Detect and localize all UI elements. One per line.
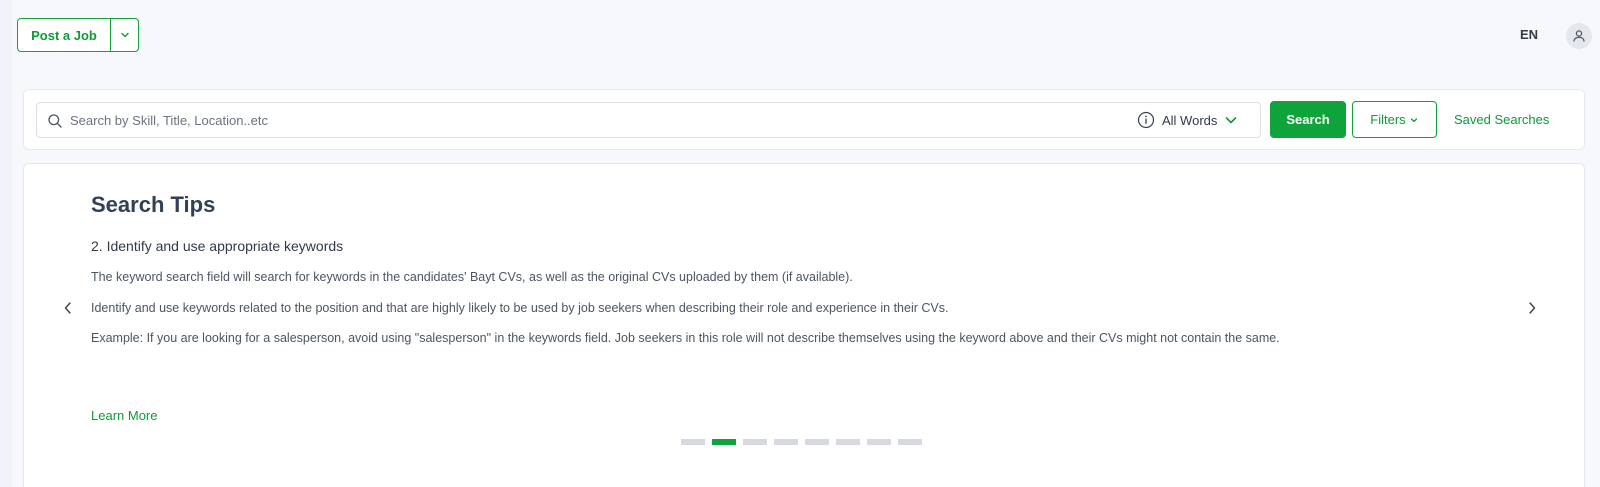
carousel-dot[interactable] [867,439,891,445]
post-job-dropdown-button[interactable] [110,19,138,51]
top-bar: Post a Job EN [0,0,1600,70]
post-job-button-group: Post a Job [17,18,139,52]
search-button[interactable]: Search [1270,101,1346,138]
carousel-dot[interactable] [774,439,798,445]
chevron-left-icon [64,302,71,314]
previous-tip-button[interactable] [58,298,78,318]
learn-more-link[interactable]: Learn More [91,408,157,423]
filters-button[interactable]: Filters [1352,101,1437,138]
carousel-dot[interactable] [836,439,860,445]
tip-paragraph: Example: If you are looking for a salesp… [91,331,1280,345]
carousel-dot[interactable] [805,439,829,445]
search-tips-carousel: Search Tips 2. Identify and use appropri… [23,163,1585,487]
filters-label: Filters [1370,112,1406,127]
tip-paragraph: Identify and use keywords related to the… [91,301,949,315]
saved-searches-link[interactable]: Saved Searches [1454,112,1549,127]
search-input[interactable] [70,104,1120,136]
page-left-edge [0,0,12,487]
chevron-right-icon [1529,302,1536,314]
next-tip-button[interactable] [1522,298,1542,318]
chevron-down-icon [120,32,129,38]
user-icon [1573,30,1585,42]
search-panel: All Words Search Filters Saved Searches [23,89,1585,150]
carousel-pagination [681,439,922,445]
info-icon[interactable] [1137,111,1155,129]
chevron-down-icon [1226,117,1237,124]
carousel-dot[interactable] [681,439,705,445]
user-menu-button[interactable] [1566,23,1592,49]
tip-heading: 2. Identify and use appropriate keywords [91,238,344,254]
match-mode-select[interactable]: All Words [1162,103,1239,137]
carousel-dot[interactable] [712,439,736,445]
search-icon [47,113,63,129]
carousel-dot[interactable] [743,439,767,445]
post-job-button[interactable]: Post a Job [18,19,110,51]
tips-title: Search Tips [91,192,216,217]
match-mode-value: All Words [1162,112,1218,128]
tip-paragraph: The keyword search field will search for… [91,270,853,284]
language-switcher[interactable]: EN [1520,27,1538,42]
carousel-dot[interactable] [898,439,922,445]
chevron-down-icon [1410,117,1417,122]
search-box: All Words [36,102,1261,138]
